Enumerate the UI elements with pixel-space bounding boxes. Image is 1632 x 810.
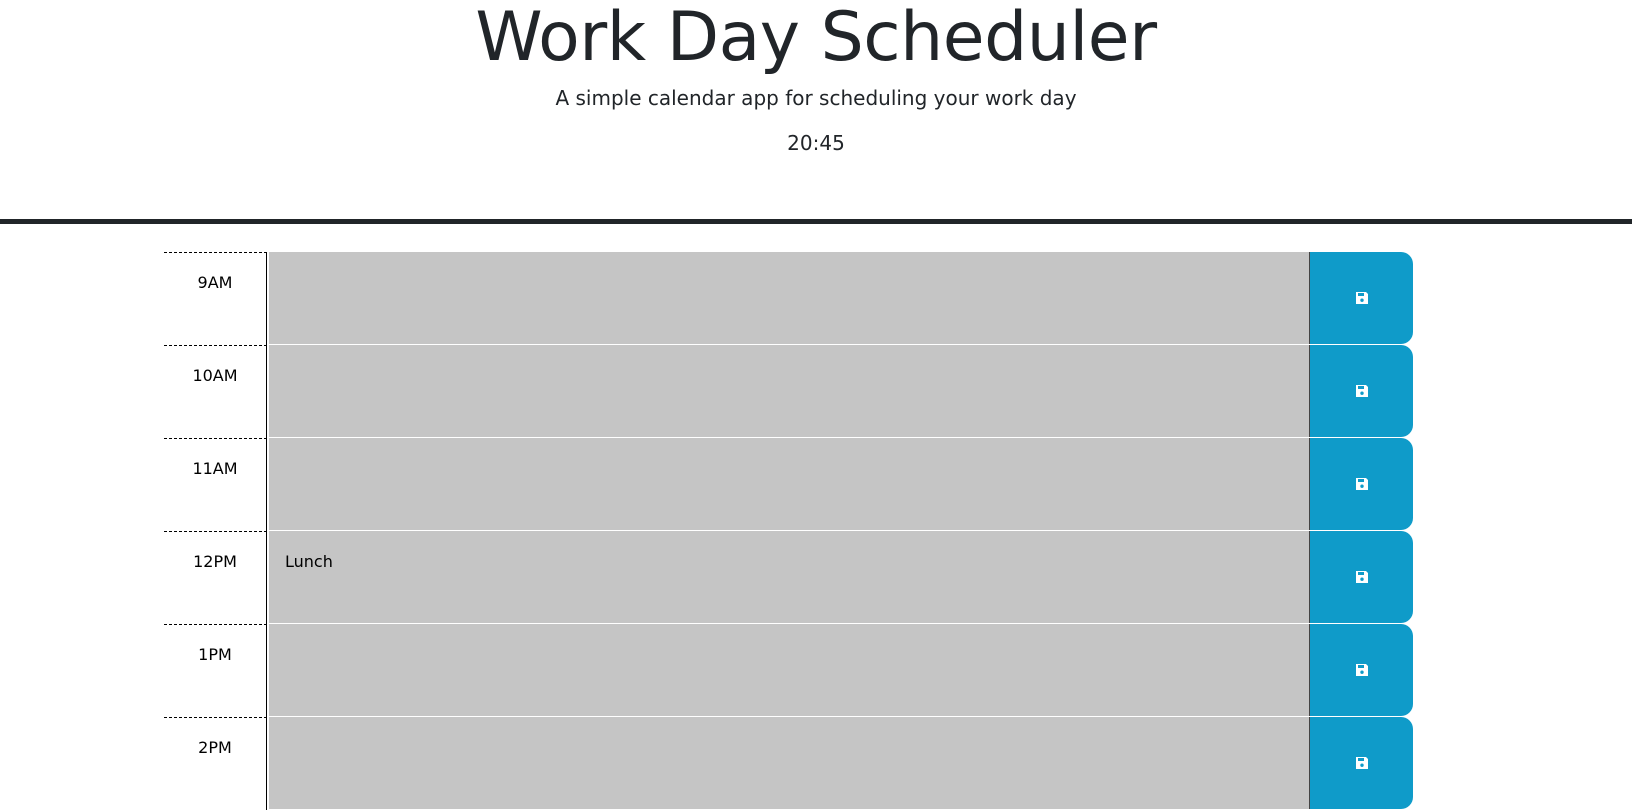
- time-block-row: 10AM: [164, 345, 1413, 438]
- floppy-disk-icon: [1355, 385, 1368, 397]
- hour-label: 1PM: [164, 624, 267, 717]
- task-input[interactable]: [269, 717, 1309, 810]
- hour-label: 9AM: [164, 252, 267, 345]
- page-subtitle: A simple calendar app for scheduling you…: [555, 86, 1077, 110]
- page-title: Work Day Scheduler: [475, 0, 1157, 77]
- save-button[interactable]: [1309, 252, 1413, 344]
- floppy-disk-icon: [1355, 664, 1368, 676]
- task-input[interactable]: Lunch: [269, 531, 1309, 624]
- task-input[interactable]: [269, 624, 1309, 717]
- save-button[interactable]: [1309, 438, 1413, 530]
- floppy-disk-icon: [1355, 571, 1368, 583]
- save-button[interactable]: [1309, 531, 1413, 623]
- time-block-row: 12PM Lunch: [164, 531, 1413, 624]
- time-block-row: 9AM: [164, 252, 1413, 345]
- hour-label: 12PM: [164, 531, 267, 624]
- floppy-disk-icon: [1355, 292, 1368, 304]
- save-button[interactable]: [1309, 717, 1413, 809]
- hour-label: 10AM: [164, 345, 267, 438]
- time-block-row: 1PM: [164, 624, 1413, 717]
- save-button[interactable]: [1309, 345, 1413, 437]
- scheduler: 9AM 10AM 11AM 12PM Lunch 1PM 2PM: [164, 252, 1413, 810]
- task-input[interactable]: [269, 438, 1309, 531]
- hour-label: 2PM: [164, 717, 267, 810]
- current-time: 20:45: [787, 131, 845, 155]
- floppy-disk-icon: [1355, 757, 1368, 769]
- hour-label: 11AM: [164, 438, 267, 531]
- task-input[interactable]: [269, 252, 1309, 345]
- task-input[interactable]: [269, 345, 1309, 438]
- page-header: Work Day Scheduler A simple calendar app…: [0, 0, 1632, 224]
- time-block-row: 11AM: [164, 438, 1413, 531]
- save-button[interactable]: [1309, 624, 1413, 716]
- floppy-disk-icon: [1355, 478, 1368, 490]
- time-block-row: 2PM: [164, 717, 1413, 810]
